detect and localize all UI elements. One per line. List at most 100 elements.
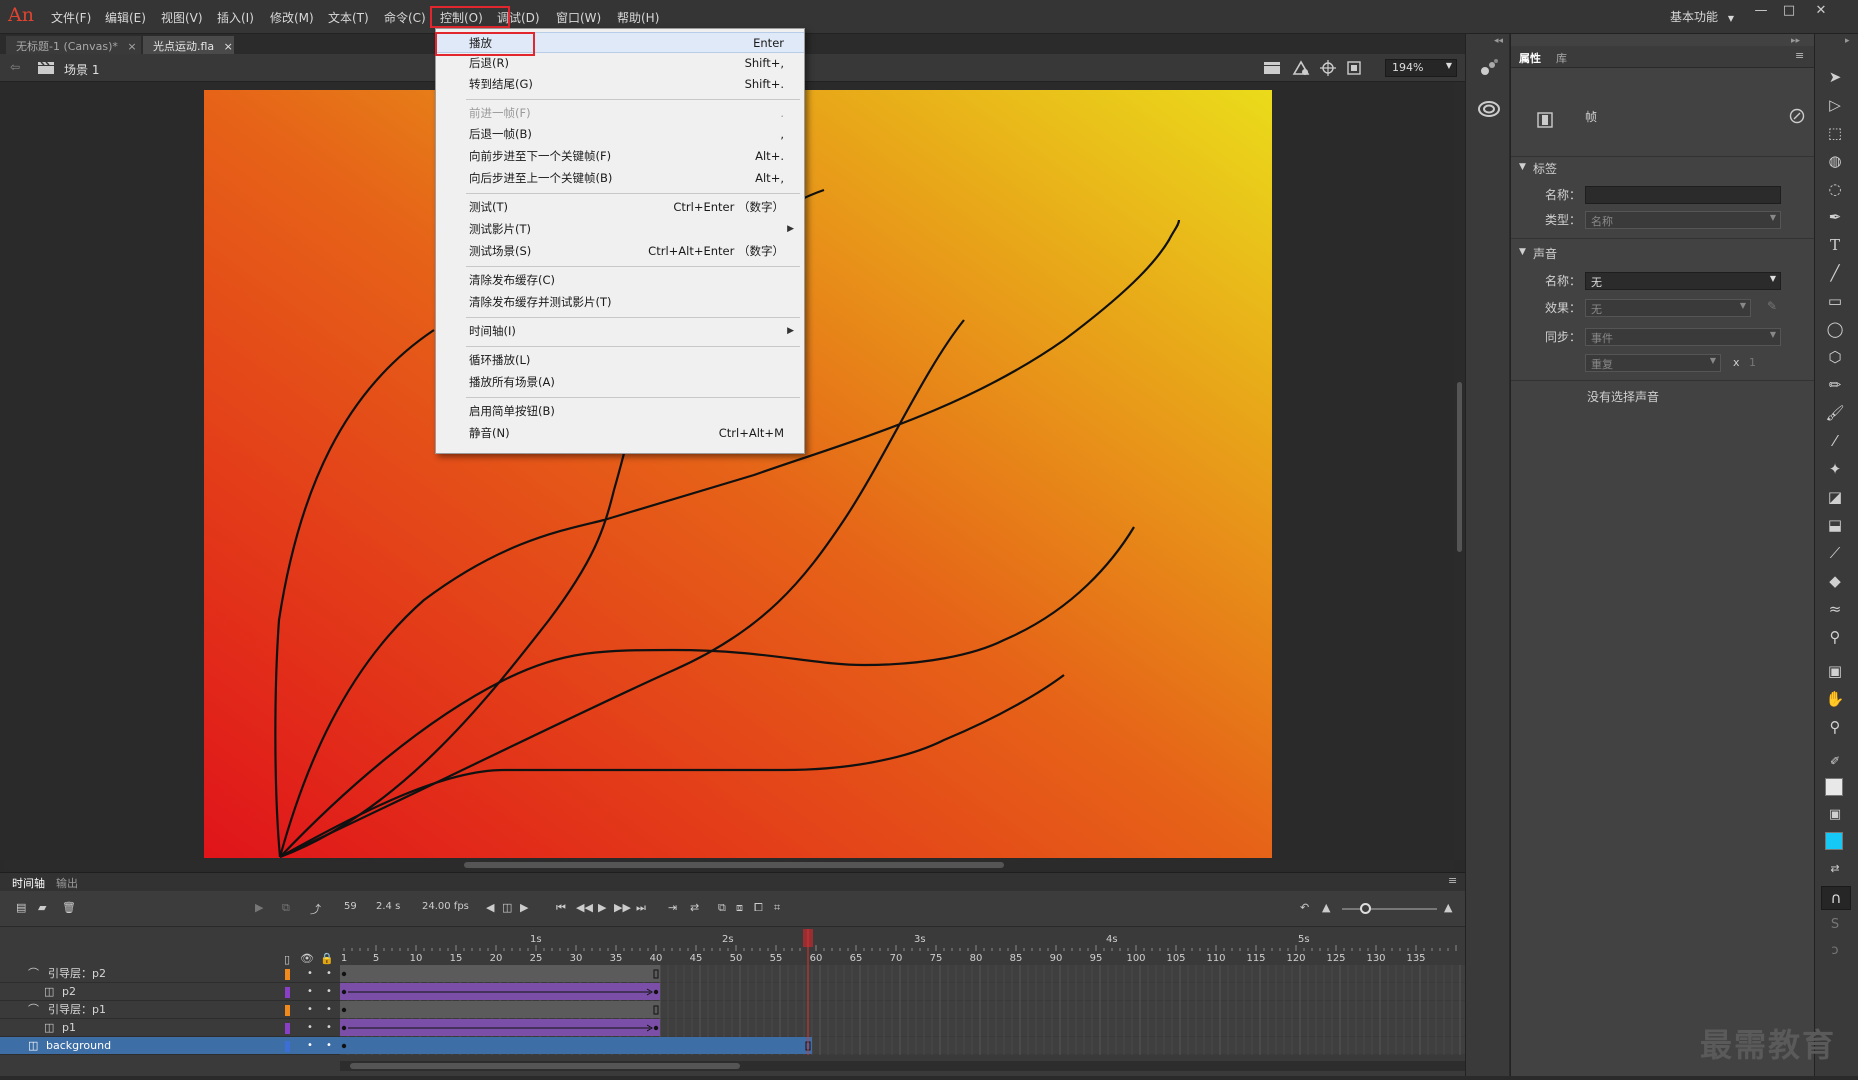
bone-tool-icon[interactable]: ✦ — [1823, 458, 1847, 480]
menu-item-prev-keyframe[interactable]: 向后步进至上一个关键帧(B) Alt+, — [436, 168, 804, 189]
timeline-horizontal-scrollbar[interactable] — [340, 1061, 1465, 1071]
show-graph-icon[interactable]: ⤴ — [310, 901, 321, 917]
lock-dot[interactable]: • — [326, 1001, 332, 1019]
tab-library[interactable]: 库 — [1556, 50, 1567, 66]
keyframe-dot[interactable] — [341, 1007, 347, 1013]
eyedropper-tool-icon[interactable]: ⟋ — [1823, 542, 1847, 564]
layer-color-swatch[interactable] — [285, 1005, 290, 1016]
menu-item-clear-cache-test-movie[interactable]: 清除发布缓存并测试影片(T) — [436, 292, 804, 313]
text-tool-icon[interactable]: T — [1823, 234, 1847, 256]
lock-dot[interactable]: • — [326, 965, 332, 983]
paint-brush-tool-icon[interactable]: 🖌 — [1823, 402, 1847, 424]
menu-window[interactable]: 窗口(W) — [556, 9, 601, 26]
menu-item-rewind[interactable]: 后退(R) Shift+, — [436, 53, 804, 74]
tab-timeline[interactable]: 时间轴 — [12, 875, 45, 891]
menu-commands[interactable]: 命令(C) — [384, 9, 426, 26]
camera-tool-icon[interactable]: ▣ — [1823, 660, 1847, 682]
keyframe-dot[interactable] — [341, 1025, 347, 1031]
stroke-color-swatch[interactable] — [1825, 778, 1843, 796]
collapse-tools-icon[interactable]: ▸ — [1845, 36, 1850, 46]
menu-item-test-movie[interactable]: 测试影片(T) ▶ — [436, 219, 804, 240]
motion-presets-icon[interactable] — [1479, 58, 1499, 78]
tab-properties[interactable]: 属性 — [1519, 50, 1541, 66]
tab-untitled-canvas[interactable]: 无标题-1 (Canvas)* × — [6, 36, 141, 54]
lock-icon[interactable]: 🔒 — [320, 952, 334, 965]
onion-skin-outlines-icon[interactable]: ⧈ — [736, 901, 743, 915]
workspace-switcher[interactable]: 基本功能 ▼ — [1670, 8, 1734, 25]
onion-skin-icon[interactable]: ⧉ — [718, 901, 726, 915]
sound-name-select[interactable]: 无 ▼ — [1585, 272, 1781, 290]
edit-symbols-icon[interactable] — [1292, 60, 1310, 76]
paint-bucket-tool-icon[interactable]: ◪ — [1823, 486, 1847, 508]
loop-icon[interactable]: ⇥ — [668, 901, 677, 914]
selection-tool-icon[interactable]: ➤ — [1823, 66, 1847, 88]
minimize-button[interactable]: — — [1748, 2, 1774, 20]
step-forward-icon[interactable]: ▶▶ — [614, 901, 631, 914]
sound-sync-select[interactable]: 事件 ▼ — [1585, 328, 1781, 346]
free-transform-tool-icon[interactable]: ⬚ — [1823, 122, 1847, 144]
previous-arrow-icon[interactable]: ◀ — [486, 901, 494, 914]
visibility-dot[interactable]: • — [307, 1037, 313, 1055]
new-layer-icon[interactable]: ▤ — [16, 901, 26, 914]
pencil-tool-icon[interactable]: ✏ — [1823, 374, 1847, 396]
insert-keyframe-icon[interactable]: ◫ — [502, 901, 512, 914]
layer-color-swatch[interactable] — [285, 1041, 290, 1052]
zoom-tool-icon[interactable]: ⚲ — [1823, 716, 1847, 738]
layer-background[interactable]: ◫ background • • — [0, 1037, 340, 1055]
go-to-first-frame-icon[interactable]: ⏮ — [556, 901, 566, 915]
layer-guide-p2[interactable]: ⌒ 引导层：p2 • • — [0, 965, 340, 983]
collapse-arrows-icon[interactable]: ◂◂ — [1494, 36, 1503, 46]
layer-color-swatch[interactable] — [285, 1023, 290, 1034]
menu-item-enable-simple-buttons[interactable]: 启用简单按钮(B) — [436, 401, 804, 422]
width-tool-icon[interactable]: ≈ — [1823, 598, 1847, 620]
edit-multiple-frames-icon[interactable]: ⧠ — [754, 901, 763, 915]
visibility-dot[interactable]: • — [307, 1019, 313, 1037]
panel-menu-icon[interactable]: ≡ — [1795, 49, 1804, 62]
repeat-count-input[interactable]: 1 — [1749, 356, 1756, 369]
fill-color-swatch[interactable] — [1825, 832, 1843, 850]
visibility-dot[interactable]: • — [307, 965, 313, 983]
background-frame-span[interactable] — [340, 1037, 812, 1054]
expand-arrows-icon[interactable]: ▸▸ — [1791, 36, 1800, 46]
delete-layer-icon[interactable]: 🗑 — [62, 901, 76, 914]
eraser-tool-icon[interactable]: ◆ — [1823, 570, 1847, 592]
keyframe-dot[interactable] — [341, 1043, 347, 1049]
straighten-icon[interactable]: ↄ — [1823, 940, 1847, 962]
menu-file[interactable]: 文件(F) — [51, 9, 91, 26]
frame-zoom-slider-handle[interactable] — [1360, 903, 1371, 914]
zoom-in-icon[interactable]: ▲ — [1444, 901, 1452, 914]
lasso-tool-icon[interactable]: ◌ — [1823, 178, 1847, 200]
label-type-select[interactable]: 名称 ▼ — [1585, 211, 1781, 229]
menu-item-go-to-end[interactable]: 转到结尾(G) Shift+. — [436, 74, 804, 95]
maximize-button[interactable]: □ — [1776, 2, 1802, 20]
playhead[interactable] — [803, 929, 813, 1055]
modify-markers-icon[interactable]: ⌗ — [774, 901, 780, 915]
smooth-icon[interactable]: S — [1823, 914, 1847, 936]
layer-color-swatch[interactable] — [285, 987, 290, 998]
lock-dot[interactable]: • — [326, 1037, 332, 1055]
guide-span[interactable] — [340, 965, 660, 982]
snap-to-objects-icon[interactable]: ∩ — [1821, 886, 1851, 910]
panel-menu-icon[interactable]: ≡ — [1448, 874, 1457, 887]
tab-output[interactable]: 输出 — [56, 875, 78, 891]
brush-tool-icon[interactable]: ⁄ — [1823, 430, 1847, 452]
center-stage-icon[interactable] — [1320, 60, 1336, 76]
layer-parenting-icon[interactable]: ⧉ — [282, 901, 290, 915]
step-back-icon[interactable]: ◀◀ — [576, 901, 593, 914]
frames-grid[interactable] — [340, 965, 1465, 1055]
menu-modify[interactable]: 修改(M) — [270, 9, 314, 26]
play-icon[interactable]: ▶ — [598, 901, 606, 914]
menu-view[interactable]: 视图(V) — [161, 9, 203, 26]
menu-item-test[interactable]: 测试(T) Ctrl+Enter （数字） — [436, 197, 804, 218]
scene-name[interactable]: 场景 1 — [64, 61, 99, 78]
3d-rotation-tool-icon[interactable]: ◍ — [1823, 150, 1847, 172]
menu-help[interactable]: 帮助(H) — [617, 9, 659, 26]
cc-libraries-icon[interactable] — [1478, 100, 1500, 118]
next-arrow-icon[interactable]: ▶ — [520, 901, 528, 914]
menu-edit[interactable]: 编辑(E) — [105, 9, 146, 26]
scrollbar-thumb[interactable] — [464, 862, 1004, 868]
frame-zoom-slider[interactable] — [1342, 908, 1437, 910]
menu-item-step-backward[interactable]: 后退一帧(B), — [436, 124, 804, 145]
undo-icon[interactable]: ↶ — [1300, 901, 1309, 914]
edit-envelope-icon[interactable]: ✎ — [1767, 299, 1777, 313]
